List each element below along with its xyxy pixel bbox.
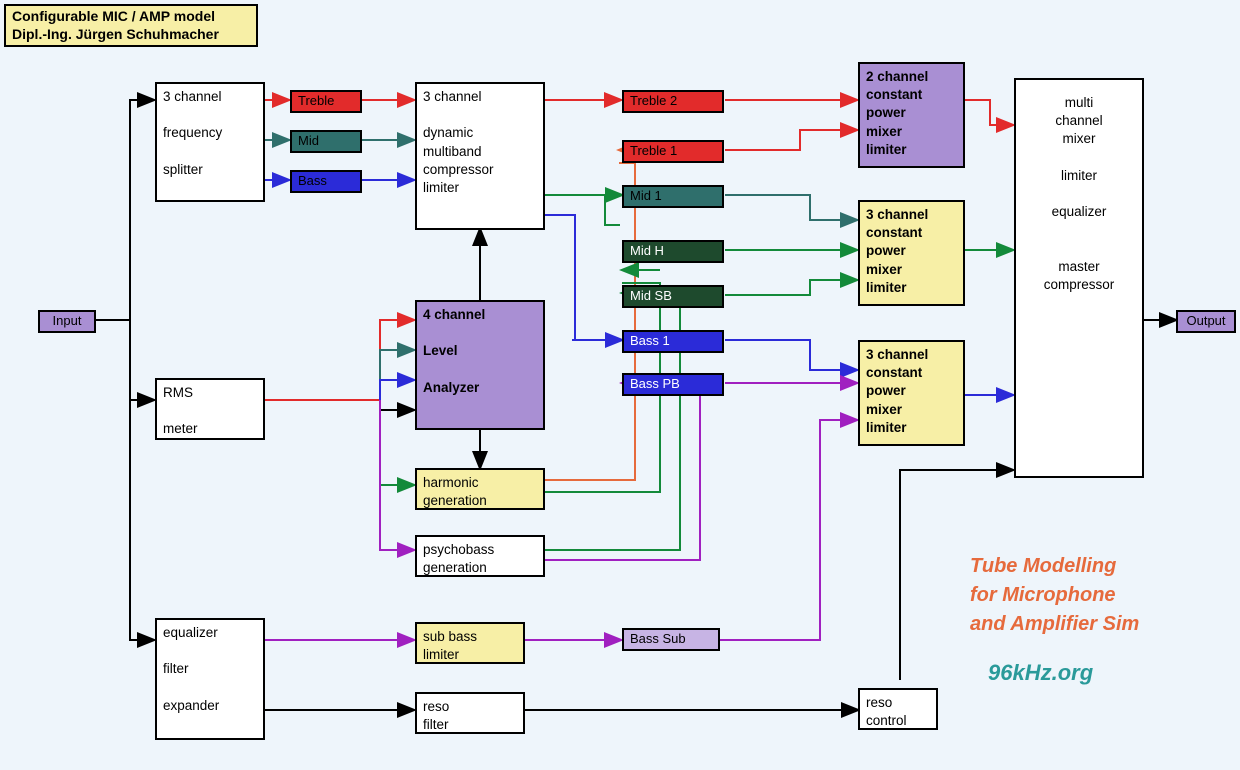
band-bassSub: Bass Sub xyxy=(622,628,720,651)
band-bassPB: Bass PB xyxy=(622,373,724,396)
block-psychobass: psychobass generation xyxy=(415,535,545,577)
block-master: multi channel mixer limiter equalizer ma… xyxy=(1014,78,1144,478)
block-splitter: 3 channel frequency splitter xyxy=(155,82,265,202)
block-dyn-compressor: 3 channel dynamic multiband compressor l… xyxy=(415,82,545,230)
block-subbass-limiter: sub bass limiter xyxy=(415,622,525,664)
band-mid: Mid xyxy=(290,130,362,153)
title-line1: Configurable MIC / AMP model xyxy=(12,8,215,24)
output-node: Output xyxy=(1176,310,1236,333)
band-mid1: Mid 1 xyxy=(622,185,724,208)
block-eq-filter-expander: equalizer filter expander xyxy=(155,618,265,740)
block-reso-control: reso control xyxy=(858,688,938,730)
block-harmonic: harmonic generation xyxy=(415,468,545,510)
block-mixer-mid: 3 channel constant power mixer limiter xyxy=(858,200,965,306)
title-line2: Dipl.-Ing. Jürgen Schuhmacher xyxy=(12,26,219,42)
band-bass: Bass xyxy=(290,170,362,193)
band-bass1: Bass 1 xyxy=(622,330,724,353)
credit-text: Tube Modelling for Microphone and Amplif… xyxy=(970,552,1139,639)
block-mixer-treble: 2 channel constant power mixer limiter xyxy=(858,62,965,168)
band-midSB: Mid SB xyxy=(622,285,724,308)
block-level-analyzer: 4 channel Level Analyzer xyxy=(415,300,545,430)
band-treble: Treble xyxy=(290,90,362,113)
block-mixer-bass: 3 channel constant power mixer limiter xyxy=(858,340,965,446)
title-box: Configurable MIC / AMP model Dipl.-Ing. … xyxy=(4,4,258,47)
input-node: Input xyxy=(38,310,96,333)
band-treble1: Treble 1 xyxy=(622,140,724,163)
block-reso-filter: reso filter xyxy=(415,692,525,734)
credit-site: 96kHz.org xyxy=(988,660,1093,686)
block-rms: RMS meter xyxy=(155,378,265,440)
band-midH: Mid H xyxy=(622,240,724,263)
band-treble2: Treble 2 xyxy=(622,90,724,113)
